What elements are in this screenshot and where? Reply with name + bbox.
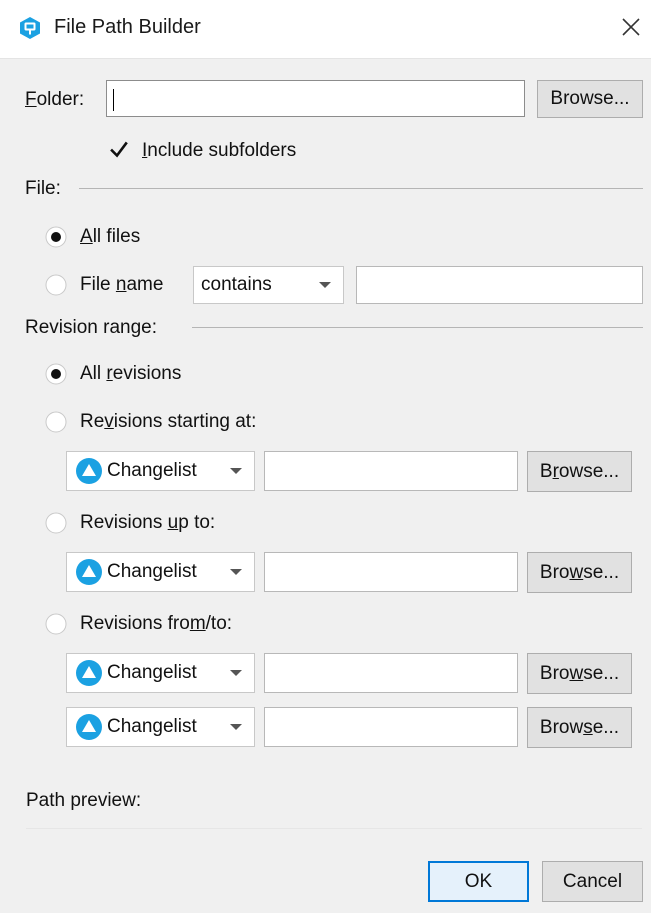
changelist-dropdown-to[interactable]: Changelist [66,707,255,747]
file-separator [79,188,643,189]
close-icon[interactable] [618,14,644,40]
chevron-down-icon [230,468,242,474]
match-mode-value: contains [201,274,272,295]
revision-from-browse-button[interactable]: Browse... [527,653,632,694]
revision-from-input[interactable] [264,653,518,693]
chevron-down-icon [230,724,242,730]
changelist-dropdown-from[interactable]: Changelist [66,653,255,693]
changelist-icon [76,714,102,740]
folder-browse-label: Browse... [550,88,630,109]
chevron-down-icon [230,569,242,575]
all-revisions-label[interactable]: All revisions [80,362,181,386]
changelist-label: Changelist [107,561,197,582]
window-title: File Path Builder [54,16,201,38]
app-icon [20,17,40,39]
file-name-label[interactable]: File name [80,273,163,297]
revision-to-input[interactable] [264,707,518,747]
file-section-label: File: [25,178,61,199]
chevron-down-icon [319,282,331,288]
include-subfolders-label[interactable]: Include subfolders [142,139,296,163]
text-caret [113,89,114,111]
revision-separator [192,327,643,328]
revision-to-browse-button[interactable]: Browse... [527,707,632,748]
all-files-radio[interactable] [45,226,67,248]
revisions-from-to-label[interactable]: Revisions from/to: [80,612,232,636]
revision-upto-browse-button[interactable]: Browse... [527,552,632,593]
browse-label: Browse... [539,716,620,738]
ok-label: OK [464,870,493,892]
revision-section-label: Revision range: [25,317,158,338]
revisions-starting-at-label[interactable]: Revisions starting at: [80,410,256,434]
changelist-icon [76,458,102,484]
revisions-starting-at-radio[interactable] [45,411,67,433]
folder-input[interactable] [106,80,525,117]
folder-label: Folder: [25,89,85,110]
changelist-label: Changelist [107,662,197,683]
revisions-up-to-radio[interactable] [45,512,67,534]
changelist-icon [76,660,102,686]
revision-upto-input[interactable] [264,552,518,592]
ok-button[interactable]: OK [428,861,529,902]
folder-browse-button[interactable]: Browse... [537,80,643,118]
cancel-label: Cancel [562,870,623,892]
match-mode-dropdown[interactable]: contains [193,266,344,304]
revision-start-browse-button[interactable]: Browse... [527,451,632,492]
path-preview-label: Path preview: [26,790,142,811]
all-files-label[interactable]: All files [80,225,140,249]
include-subfolders-checkbox[interactable] [109,140,129,160]
browse-label: Browse... [539,662,620,684]
changelist-dropdown-start[interactable]: Changelist [66,451,255,491]
title-divider [0,58,651,59]
all-revisions-radio[interactable] [45,363,67,385]
changelist-label: Changelist [107,716,197,737]
file-name-radio[interactable] [45,274,67,296]
browse-label: Browse... [539,460,620,482]
path-preview-divider [26,828,642,829]
revision-start-input[interactable] [264,451,518,491]
revisions-from-to-radio[interactable] [45,613,67,635]
file-name-input[interactable] [356,266,643,304]
checkmark-icon [110,141,128,158]
changelist-dropdown-upto[interactable]: Changelist [66,552,255,592]
changelist-label: Changelist [107,460,197,481]
revisions-up-to-label[interactable]: Revisions up to: [80,511,215,535]
chevron-down-icon [230,670,242,676]
browse-label: Browse... [539,561,620,583]
changelist-icon [76,559,102,585]
cancel-button[interactable]: Cancel [542,861,643,902]
